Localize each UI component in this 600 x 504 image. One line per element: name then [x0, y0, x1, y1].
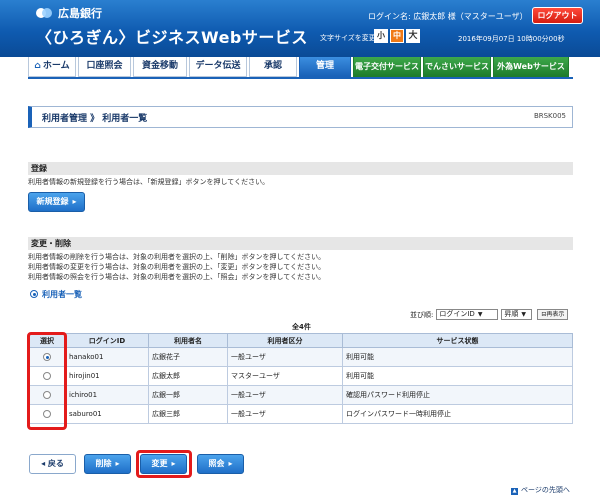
table-row: hirojin01 広銀太郎 マスターユーザ 利用可能 — [28, 366, 573, 386]
tab-home[interactable]: ⌂ ホーム — [28, 57, 76, 77]
table-row: saburo01 広銀三郎 一般ユーザ ログインパスワード一時利用停止 — [28, 404, 573, 424]
tab-management[interactable]: 管理 — [299, 57, 351, 77]
page-title-box: 利用者管理 》 利用者一覧 BRSK005 — [28, 106, 573, 128]
inquire-button[interactable]: 照会 ▸ — [197, 454, 244, 474]
service-name: 〈ひろぎん〉ビジネスWebサービス — [36, 28, 308, 47]
modify-description: 利用者情報の変更を行う場合は、対象の利用者を選択の上、「変更」ボタンを押してくだ… — [28, 263, 326, 271]
table-row: ichiro01 広銀一郎 一般ユーザ 確認用パスワード利用停止 — [28, 385, 573, 405]
select-column-highlight — [27, 332, 67, 430]
register-heading: 登録 — [28, 162, 573, 175]
delete-description: 利用者情報の削除を行う場合は、対象の利用者を選択の上、「削除」ボタンを押してくだ… — [28, 253, 326, 261]
cell-status: 確認用パスワード利用停止 — [342, 385, 573, 405]
fontsize-label: 文字サイズを変更 — [320, 34, 376, 42]
col-user-name: 利用者名 — [148, 333, 228, 348]
user-list-label: 利用者一覧 — [30, 289, 82, 300]
chevron-right-icon: ▸ — [72, 197, 77, 206]
bank-logo-icon — [36, 6, 54, 20]
bullet-icon — [30, 290, 38, 298]
login-info: ログイン名: 広銀太郎 様（マスターユーザ） — [368, 12, 528, 21]
screen-id: BRSK005 — [533, 112, 566, 120]
sort-label: 並び順: — [410, 310, 434, 319]
cell-login-id: hirojin01 — [65, 366, 149, 386]
cell-user-type: 一般ユーザ — [227, 347, 343, 367]
col-user-type: 利用者区分 — [227, 333, 343, 348]
tab-e-delivery[interactable]: 電子交付サービス — [353, 57, 421, 77]
header-bar: 広島銀行 〈ひろぎん〉ビジネスWebサービス ログイン名: 広銀太郎 様（マスタ… — [0, 0, 600, 57]
bank-logo: 広島銀行 — [36, 5, 102, 21]
col-login-id: ログインID — [65, 333, 149, 348]
cell-user-name: 広銀太郎 — [148, 366, 228, 386]
main-nav: ⌂ ホーム 口座照会 資金移動 データ伝送 承認 管理 電子交付サービス でんさい… — [28, 57, 573, 78]
bank-name: 広島銀行 — [58, 7, 102, 20]
sort-controls: 並び順: ログインID ▼ 昇順 ▼ ⊟再表示 — [410, 309, 569, 320]
cell-user-type: 一般ユーザ — [227, 385, 343, 405]
fontsize-small-button[interactable]: 小 — [374, 29, 388, 43]
fontsize-large-button[interactable]: 大 — [406, 29, 420, 43]
cell-user-name: 広銀一郎 — [148, 385, 228, 405]
tab-data-transmission[interactable]: データ伝送 — [189, 57, 247, 77]
chevron-left-icon: ◂ — [41, 459, 48, 468]
cell-status: ログインパスワード一時利用停止 — [342, 404, 573, 424]
tab-forex-web[interactable]: 外為Webサービス — [493, 57, 569, 77]
page-top-link[interactable]: ▲ ページの先頭へ — [511, 485, 570, 495]
col-service-status: サービス状態 — [342, 333, 573, 348]
current-datetime: 2016年09月07日 10時00分00秒 — [458, 35, 565, 43]
cell-user-name: 広銀三郎 — [148, 404, 228, 424]
chevron-down-icon: ▼ — [477, 311, 483, 318]
cell-status: 利用可能 — [342, 347, 573, 367]
sort-key-select[interactable]: ログインID ▼ — [436, 309, 499, 320]
cell-user-type: マスターユーザ — [227, 366, 343, 386]
cell-user-name: 広銀花子 — [148, 347, 228, 367]
chevron-down-icon: ▼ — [521, 311, 526, 318]
user-table: 選択 ログインID 利用者名 利用者区分 サービス状態 hanako01 広銀花… — [28, 333, 573, 424]
sort-order-select[interactable]: 昇順 ▼ — [501, 309, 533, 320]
page-title: 利用者管理 》 利用者一覧 — [42, 114, 148, 124]
logout-button[interactable]: ログアウト — [532, 7, 583, 24]
inquire-description: 利用者情報の照会を行う場合は、対象の利用者を選択の上、「照会」ボタンを押してくだ… — [28, 273, 326, 281]
modify-button-highlight — [136, 450, 192, 478]
delete-button[interactable]: 削除 ▸ — [84, 454, 131, 474]
cell-login-id: ichiro01 — [65, 385, 149, 405]
register-description: 利用者情報の新規登録を行う場合は、「新規登録」ボタンを押してください。 — [28, 178, 270, 186]
table-row: hanako01 広銀花子 一般ユーザ 利用可能 — [28, 347, 573, 367]
cell-login-id: saburo01 — [65, 404, 149, 424]
modify-delete-heading: 変更・削除 — [28, 237, 573, 250]
tab-approval[interactable]: 承認 — [249, 57, 297, 77]
nav-divider — [28, 77, 573, 79]
chevron-right-icon: ▸ — [115, 459, 120, 468]
arrow-up-icon: ▲ — [511, 488, 518, 495]
cell-login-id: hanako01 — [65, 347, 149, 367]
cell-user-type: 一般ユーザ — [227, 404, 343, 424]
total-count: 全4件 — [292, 323, 311, 331]
new-register-button[interactable]: 新規登録 ▸ — [28, 192, 85, 212]
redisplay-button[interactable]: ⊟再表示 — [537, 309, 569, 320]
home-icon: ⌂ — [34, 61, 41, 71]
fontsize-medium-button[interactable]: 中 — [390, 29, 404, 43]
chevron-right-icon: ▸ — [228, 459, 233, 468]
back-button[interactable]: ◂ 戻る — [29, 454, 76, 474]
cell-status: 利用可能 — [342, 366, 573, 386]
tab-densai[interactable]: でんさいサービス — [423, 57, 491, 77]
tab-fund-transfer[interactable]: 資金移動 — [133, 57, 187, 77]
tab-account-inquiry[interactable]: 口座照会 — [78, 57, 131, 77]
